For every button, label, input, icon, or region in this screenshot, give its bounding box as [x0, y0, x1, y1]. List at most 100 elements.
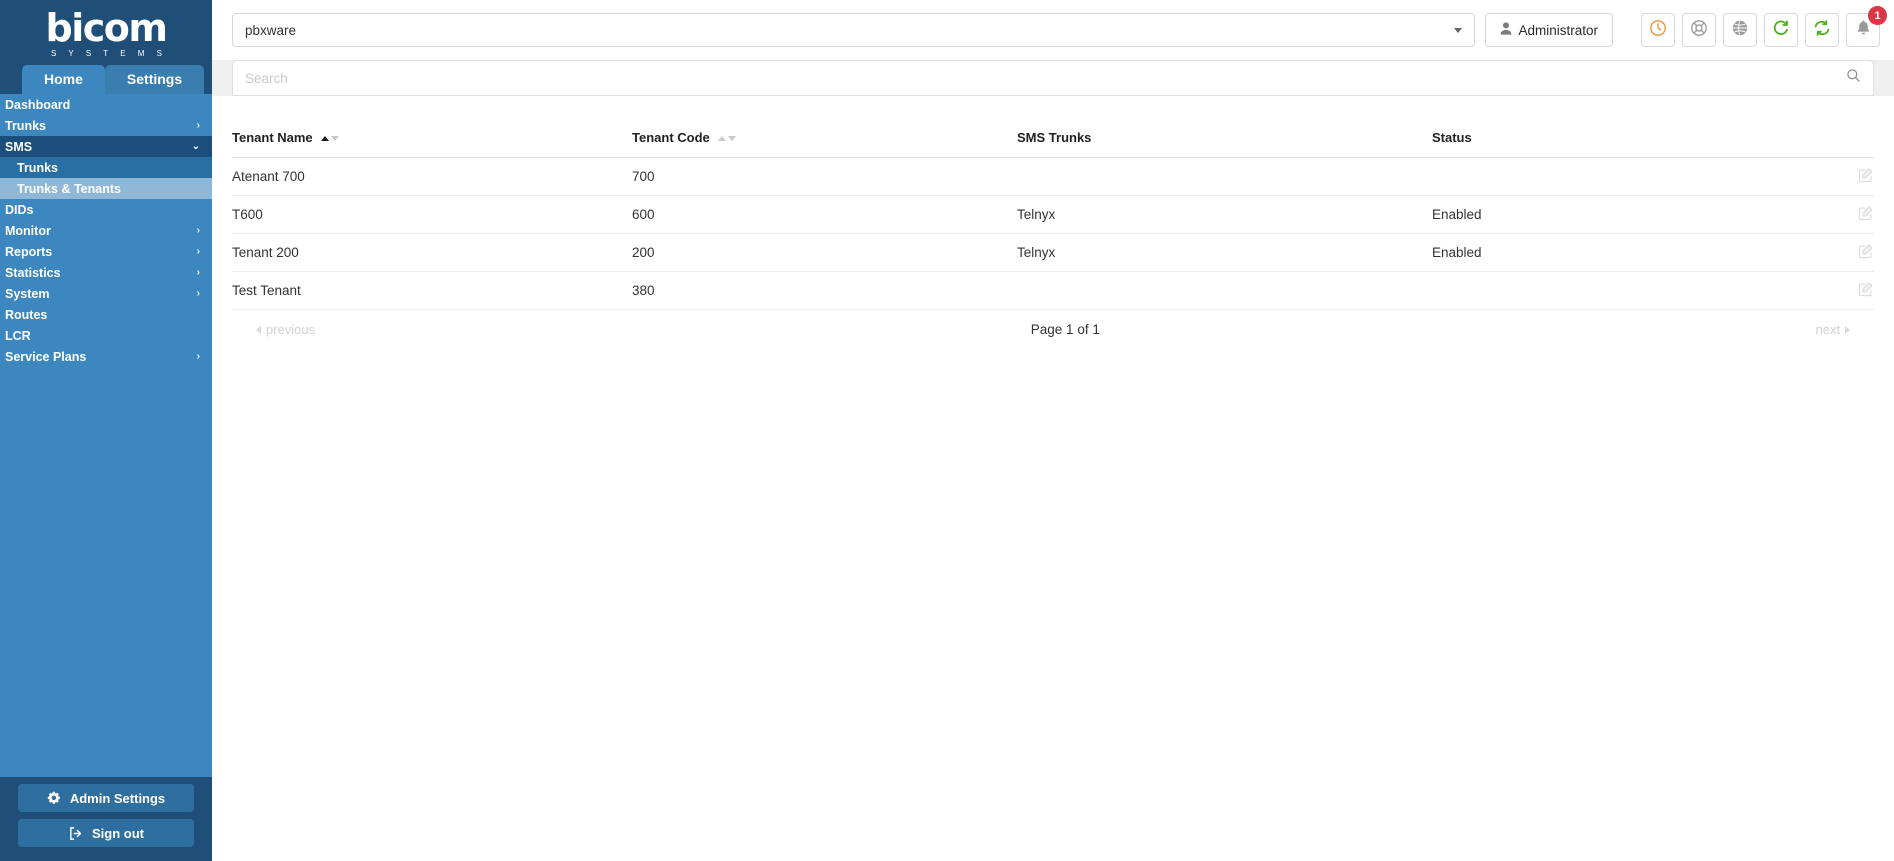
sidebar-item-sms-trunks-and-tenants[interactable]: Trunks & Tenants — [0, 178, 212, 199]
gears-icon — [47, 791, 62, 806]
sign-out-label: Sign out — [92, 825, 144, 841]
cell-sms-trunks: Telnyx — [1017, 195, 1432, 234]
tab-settings[interactable]: Settings — [104, 65, 205, 94]
globe-button[interactable] — [1723, 13, 1758, 47]
chevron-down-icon — [1453, 27, 1462, 33]
cell-tenant-name: T600 — [232, 195, 632, 234]
sidebar-item-dids[interactable]: DIDs — [0, 199, 212, 220]
chevron-right-icon: › — [196, 288, 200, 299]
admin-settings-button[interactable]: Admin Settings — [18, 784, 194, 812]
cell-tenant-name: Test Tenant — [232, 271, 632, 310]
chevron-right-icon — [1845, 325, 1851, 334]
tab-home[interactable]: Home — [22, 65, 105, 94]
chevron-right-icon: › — [196, 120, 200, 131]
chevron-left-icon — [256, 325, 261, 334]
column-header-actions — [1820, 126, 1875, 158]
sidebar-item-system[interactable]: System › — [0, 283, 212, 304]
sort-descending-icon[interactable] — [728, 136, 737, 141]
cell-status — [1432, 271, 1821, 310]
sidebar-item-dashboard[interactable]: Dashboard — [0, 94, 212, 115]
table-row[interactable]: T600 600 Telnyx Enabled — [232, 195, 1875, 234]
sidebar-nav: Dashboard Trunks › SMS ⌄ Trunks Trunks &… — [0, 94, 212, 777]
edit-icon[interactable] — [1858, 205, 1874, 224]
cell-tenant-code: 200 — [632, 233, 1017, 272]
sidebar-item-routes[interactable]: Routes — [0, 304, 212, 325]
column-header-tenant-name[interactable]: Tenant Name — [232, 126, 632, 158]
user-menu-button[interactable]: Administrator — [1484, 13, 1614, 47]
sign-out-button[interactable]: Sign out — [18, 819, 194, 847]
sidebar-item-label: DIDs — [5, 202, 34, 217]
search-input[interactable] — [245, 70, 1847, 86]
sort-ascending-icon[interactable] — [321, 136, 330, 141]
cell-sms-trunks: Telnyx — [1017, 233, 1432, 272]
sync-icon — [1813, 19, 1831, 42]
table-row[interactable]: Tenant 200 200 Telnyx Enabled — [232, 233, 1875, 272]
previous-label: previous — [266, 322, 316, 337]
reload-button[interactable] — [1764, 13, 1799, 47]
cell-tenant-code: 380 — [632, 271, 1017, 310]
sidebar-footer: Admin Settings Sign out — [0, 777, 212, 861]
sidebar-item-reports[interactable]: Reports › — [0, 241, 212, 262]
notification-badge: 1 — [1868, 6, 1888, 25]
table-head: Tenant Name Tenant Code SMS Trunks Statu… — [232, 126, 1875, 158]
sidebar-item-statistics[interactable]: Statistics › — [0, 262, 212, 283]
server-select[interactable]: pbxware — [232, 13, 1475, 47]
table-header-row: Tenant Name Tenant Code SMS Trunks Statu… — [232, 126, 1875, 158]
sort-arrows[interactable] — [718, 136, 737, 141]
cell-status — [1432, 157, 1821, 196]
support-button[interactable] — [1682, 13, 1717, 47]
edit-icon[interactable] — [1858, 281, 1874, 300]
sort-descending-icon[interactable] — [331, 136, 340, 141]
edit-icon[interactable] — [1858, 243, 1874, 262]
sign-out-icon — [68, 826, 84, 841]
clock-button[interactable] — [1641, 13, 1676, 47]
sort-ascending-icon[interactable] — [718, 136, 727, 141]
brand-logo[interactable]: bicom S Y S T E M S — [0, 0, 212, 62]
sidebar-item-label: Trunks & Tenants — [17, 181, 121, 196]
cell-actions — [1820, 157, 1875, 196]
table-row[interactable]: Test Tenant 380 — [232, 271, 1875, 310]
cell-tenant-name: Atenant 700 — [232, 157, 632, 196]
sidebar-item-monitor[interactable]: Monitor › — [0, 220, 212, 241]
notifications-button[interactable]: 1 — [1846, 6, 1888, 47]
table-body: Atenant 700 700 T600 600 Telnyx Enabled … — [232, 157, 1875, 310]
sync-button[interactable] — [1805, 13, 1840, 47]
sidebar-item-trunks[interactable]: Trunks › — [0, 115, 212, 136]
sidebar-item-label: Dashboard — [5, 97, 71, 112]
column-label: SMS Trunks — [1017, 130, 1092, 145]
cell-status: Enabled — [1432, 233, 1821, 272]
next-page-link[interactable]: next — [1815, 322, 1851, 337]
edit-icon[interactable] — [1858, 167, 1874, 186]
sidebar-item-label: Service Plans — [5, 349, 87, 364]
life-ring-icon — [1690, 19, 1708, 42]
previous-page-link[interactable]: previous — [256, 322, 315, 337]
pagination: previous Page 1 of 1 next — [232, 310, 1874, 337]
sort-arrows[interactable] — [321, 136, 340, 141]
reload-icon — [1772, 19, 1790, 42]
column-header-sms-trunks: SMS Trunks — [1017, 126, 1432, 158]
sidebar-item-sms-trunks[interactable]: Trunks — [0, 157, 212, 178]
sidebar-item-sms[interactable]: SMS ⌄ — [0, 136, 212, 157]
column-label: Tenant Code — [632, 130, 710, 145]
cell-actions — [1820, 271, 1875, 310]
search-bar[interactable] — [232, 60, 1875, 96]
globe-icon — [1731, 19, 1749, 42]
sidebar-tabs: Home Settings — [0, 62, 212, 94]
sidebar-item-service-plans[interactable]: Service Plans › — [0, 346, 212, 367]
cell-actions — [1820, 195, 1875, 234]
sidebar-item-label: SMS — [5, 139, 33, 154]
cell-status: Enabled — [1432, 195, 1821, 234]
brand-name: bicom — [45, 5, 168, 50]
cell-sms-trunks — [1017, 271, 1432, 310]
clock-icon — [1649, 19, 1667, 42]
brand-tagline: S Y S T E M S — [51, 48, 167, 58]
table-row[interactable]: Atenant 700 700 — [232, 157, 1875, 196]
sidebar-item-label: Monitor — [5, 223, 51, 238]
search-icon[interactable] — [1846, 68, 1861, 88]
user-label: Administrator — [1518, 22, 1599, 38]
next-label: next — [1815, 322, 1841, 337]
sidebar-item-lcr[interactable]: LCR — [0, 325, 212, 346]
column-header-status: Status — [1432, 126, 1821, 158]
column-header-tenant-code[interactable]: Tenant Code — [632, 126, 1017, 158]
app-root: bicom S Y S T E M S Home Settings Dashbo… — [0, 0, 1894, 861]
